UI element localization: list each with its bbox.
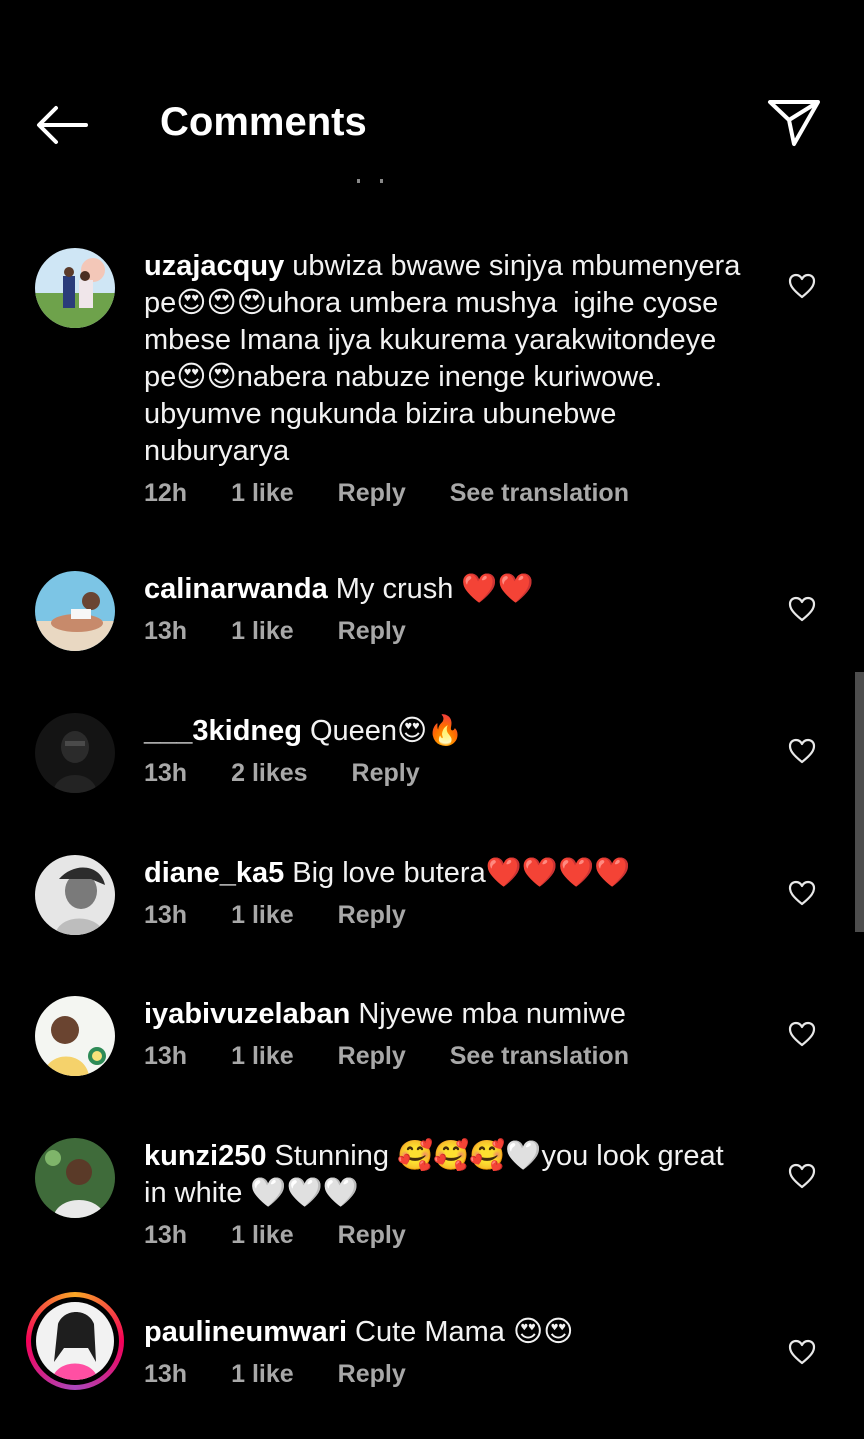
avatar-image <box>35 248 115 328</box>
truncated-dots-icon <box>357 179 383 183</box>
heart-icon[interactable] <box>788 595 816 623</box>
avatar-image <box>35 855 115 935</box>
avatar[interactable] <box>35 855 115 935</box>
comment-text: Njyewe mba numiwe <box>358 998 626 1030</box>
username[interactable]: ___3kidneg <box>144 715 302 747</box>
timestamp: 13h <box>144 1221 188 1249</box>
heart-icon[interactable] <box>788 737 816 765</box>
comment-body: uzajacquy ubwiza bwawe sinjya mbumenyera … <box>144 248 744 508</box>
back-button[interactable] <box>30 100 92 150</box>
page-title: Comments <box>160 100 367 144</box>
header: Comments <box>0 70 864 183</box>
comment-text: Cute Mama 😍😍 <box>355 1316 574 1348</box>
comment-body: iyabivuzelaban Njyewe mba numiwe 13h 1 li… <box>144 996 744 1071</box>
scrollbar[interactable] <box>855 672 864 932</box>
like-count[interactable]: 1 like <box>231 479 294 508</box>
comment-text: ubwiza bwawe sinjya mbumenyera pe😍😍😍uhor… <box>144 250 749 467</box>
timestamp: 13h <box>144 617 188 645</box>
avatar-image <box>35 996 115 1076</box>
comment-meta: 13h 1 like Reply <box>144 1360 744 1389</box>
reply-button[interactable]: Reply <box>338 479 406 508</box>
heart-icon[interactable] <box>788 1020 816 1048</box>
comment-text: Big love butera❤️❤️❤️❤️ <box>292 857 631 889</box>
avatar[interactable] <box>35 996 115 1076</box>
reply-button[interactable]: Reply <box>338 901 406 930</box>
username[interactable]: paulineumwari <box>144 1316 347 1348</box>
avatar-image <box>36 1302 114 1380</box>
like-count[interactable]: 1 like <box>231 1360 294 1389</box>
avatar-image <box>35 1138 115 1218</box>
username[interactable]: kunzi250 <box>144 1140 267 1172</box>
comment-meta: 13h 1 like Reply <box>144 1221 744 1250</box>
reply-button[interactable]: Reply <box>338 1360 406 1389</box>
share-button[interactable] <box>764 96 824 150</box>
timestamp: 13h <box>144 759 188 787</box>
comment-meta: 13h 1 like Reply <box>144 901 744 930</box>
comment-body: ___3kidneg Queen😍🔥 13h 2 likes Reply <box>144 713 744 788</box>
heart-icon[interactable] <box>788 879 816 907</box>
avatar[interactable] <box>35 248 115 328</box>
username[interactable]: diane_ka5 <box>144 857 284 889</box>
heart-icon[interactable] <box>788 272 816 300</box>
comment-meta: 13h 2 likes Reply <box>144 759 744 788</box>
comment-meta: 12h 1 like Reply See translation <box>144 479 744 508</box>
reply-button[interactable]: Reply <box>338 1221 406 1250</box>
avatar-image <box>35 571 115 651</box>
avatar[interactable] <box>35 571 115 651</box>
comment-body: paulineumwari Cute Mama 😍😍 13h 1 like Rep… <box>144 1314 744 1389</box>
username[interactable]: uzajacquy <box>144 250 284 282</box>
avatar[interactable] <box>35 713 115 793</box>
heart-icon[interactable] <box>788 1162 816 1190</box>
comment-text: My crush ❤️❤️ <box>335 573 534 605</box>
comment-meta: 13h 1 like Reply <box>144 617 744 646</box>
username[interactable]: calinarwanda <box>144 573 328 605</box>
timestamp: 12h <box>144 479 188 507</box>
comment-body: calinarwanda My crush ❤️❤️ 13h 1 like Rep… <box>144 571 744 646</box>
arrow-left-icon <box>37 106 88 144</box>
comment-meta: 13h 1 like Reply See translation <box>144 1042 744 1071</box>
like-count[interactable]: 1 like <box>231 1042 294 1071</box>
avatar-image <box>35 713 115 793</box>
reply-button[interactable]: Reply <box>352 759 420 788</box>
avatar[interactable] <box>35 1138 115 1218</box>
comment-body: diane_ka5 Big love butera❤️❤️❤️❤️ 13h 1 l… <box>144 855 744 930</box>
see-translation-button[interactable]: See translation <box>450 1042 629 1071</box>
see-translation-button[interactable]: See translation <box>450 479 629 508</box>
reply-button[interactable]: Reply <box>338 617 406 646</box>
like-count[interactable]: 1 like <box>231 901 294 930</box>
heart-icon[interactable] <box>788 1338 816 1366</box>
like-count[interactable]: 1 like <box>231 1221 294 1250</box>
like-count[interactable]: 1 like <box>231 617 294 646</box>
timestamp: 13h <box>144 1042 188 1070</box>
paper-plane-icon <box>768 100 820 146</box>
timestamp: 13h <box>144 901 188 929</box>
reply-button[interactable]: Reply <box>338 1042 406 1071</box>
comment-body: kunzi250 Stunning 🥰🥰🥰🤍you look great in w… <box>144 1138 744 1250</box>
comment-text: Queen😍🔥 <box>309 715 464 747</box>
comments-screen: Comments uzajacquy ubwiza bwawe sinjya m… <box>0 0 864 1439</box>
timestamp: 13h <box>144 1360 188 1388</box>
avatar-with-story-ring[interactable] <box>26 1292 124 1390</box>
like-count[interactable]: 2 likes <box>231 759 307 788</box>
username[interactable]: iyabivuzelaban <box>144 998 350 1030</box>
